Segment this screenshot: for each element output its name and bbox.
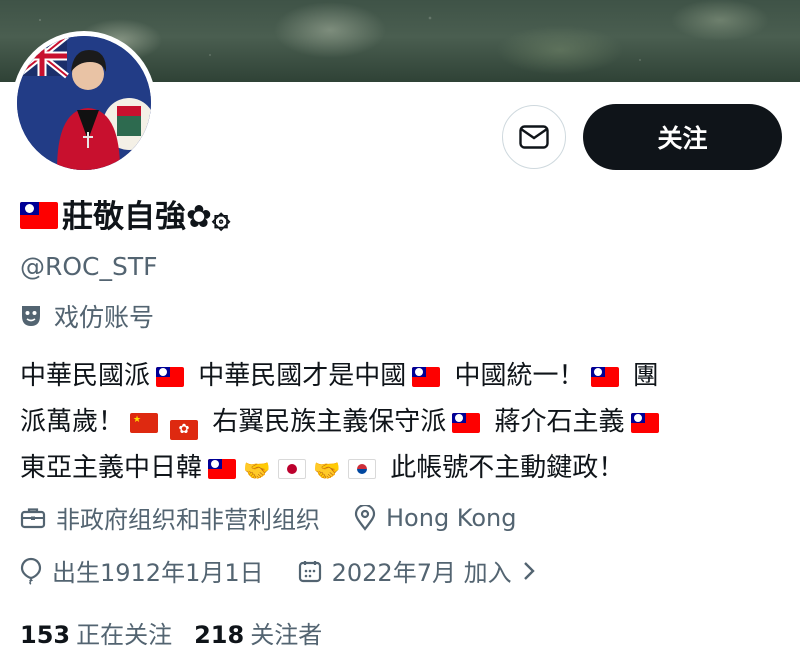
birth-item: 出生1912年1月1日 xyxy=(20,553,264,588)
location-label: Hong Kong xyxy=(386,503,517,532)
flag-tw-icon xyxy=(20,202,58,229)
flag-tw-icon xyxy=(590,367,619,387)
following-label: 正在关注 xyxy=(76,621,173,649)
bio-text: 蔣介石主義 xyxy=(486,407,625,437)
location-pin-icon xyxy=(354,504,376,531)
following-count: 153 xyxy=(20,621,71,649)
bio-text: 中國統一！ xyxy=(446,361,585,391)
message-button[interactable] xyxy=(502,105,566,169)
profile-meta-row-2: 出生1912年1月1日 2022年7月 加入 xyxy=(20,553,570,588)
handshake-icon: 🤝 xyxy=(313,459,341,484)
flag-kr-icon xyxy=(348,459,377,479)
bio-text: 中華民國派 xyxy=(20,361,151,391)
bio-line: 派萬歲！ ★ ✿ 右翼民族主義保守派 蔣介石主義 xyxy=(20,399,780,445)
bio-text: 東亞主義中日韓 xyxy=(20,453,203,483)
parody-mask-icon xyxy=(22,306,40,326)
followers-link[interactable]: 218 关注者 xyxy=(194,615,322,650)
mail-icon xyxy=(519,125,549,149)
profile-meta-row-1: 非政府组织和非营利组织 Hong Kong xyxy=(20,500,550,535)
birth-label: 出生1912年1月1日 xyxy=(52,559,264,587)
calendar-icon xyxy=(298,560,321,582)
bio-lines: 中華民國派 中華民國才是中國 中國統一！ 團派萬歲！ ★ ✿ 右翼民族主義保守派 蔣… xyxy=(20,353,780,495)
bio-text: 右翼民族主義保守派 xyxy=(204,407,447,437)
balloon-icon xyxy=(20,557,42,585)
briefcase-icon xyxy=(20,507,46,528)
joined-label: 2022年7月 加入 xyxy=(331,559,512,587)
follow-button[interactable]: 关注 xyxy=(583,104,782,170)
bio-line: 中華民國派 中華民國才是中國 中國統一！ 團 xyxy=(20,353,780,399)
avatar-illustration xyxy=(17,36,151,170)
flag-tw-icon xyxy=(630,413,659,433)
following-link[interactable]: 153 正在关注 xyxy=(20,615,172,650)
display-name-row: 莊敬自強✿۞ xyxy=(20,196,230,238)
followers-count: 218 xyxy=(194,621,245,649)
display-name: 莊敬自強✿۞ xyxy=(62,199,231,235)
category-label: 非政府组织和非营利组织 xyxy=(56,506,320,534)
handshake-icon: 🤝 xyxy=(243,459,271,484)
flag-tw-icon xyxy=(208,459,237,479)
bio-text: 派萬歲！ xyxy=(20,407,125,437)
bio-text: 此帳號不主動鍵政！ xyxy=(382,453,625,483)
chevron-right-icon xyxy=(523,561,535,580)
flag-tw-icon xyxy=(156,367,185,387)
bio-text: 中華民國才是中國 xyxy=(190,361,407,391)
bio: 中華民國派 中華民國才是中國 中國統一！ 團派萬歲！ ★ ✿ 右翼民族主義保守派 蔣… xyxy=(20,353,780,495)
flag-jp-icon xyxy=(278,459,307,479)
category-item: 非政府组织和非营利组织 xyxy=(20,500,320,535)
follow-stats: 153 正在关注 218 关注者 xyxy=(20,615,322,650)
bio-line: 東亞主義中日韓 🤝 🤝 此帳號不主動鍵政！ xyxy=(20,445,780,495)
avatar-image xyxy=(17,36,151,170)
flag-tw-icon xyxy=(452,413,481,433)
flag-cn-icon: ★ xyxy=(130,413,159,433)
parody-label-row: 戏仿账号 xyxy=(20,298,154,334)
flag-tw-icon xyxy=(412,367,441,387)
bio-text: 團 xyxy=(624,361,659,391)
followers-label: 关注者 xyxy=(250,621,323,649)
parody-label: 戏仿账号 xyxy=(54,303,155,332)
avatar[interactable] xyxy=(12,31,156,175)
handle: @ROC_STF xyxy=(20,252,158,281)
location-item: Hong Kong xyxy=(354,504,516,532)
joined-item[interactable]: 2022年7月 加入 xyxy=(298,553,536,588)
flag-hk-icon: ✿ xyxy=(170,420,199,440)
